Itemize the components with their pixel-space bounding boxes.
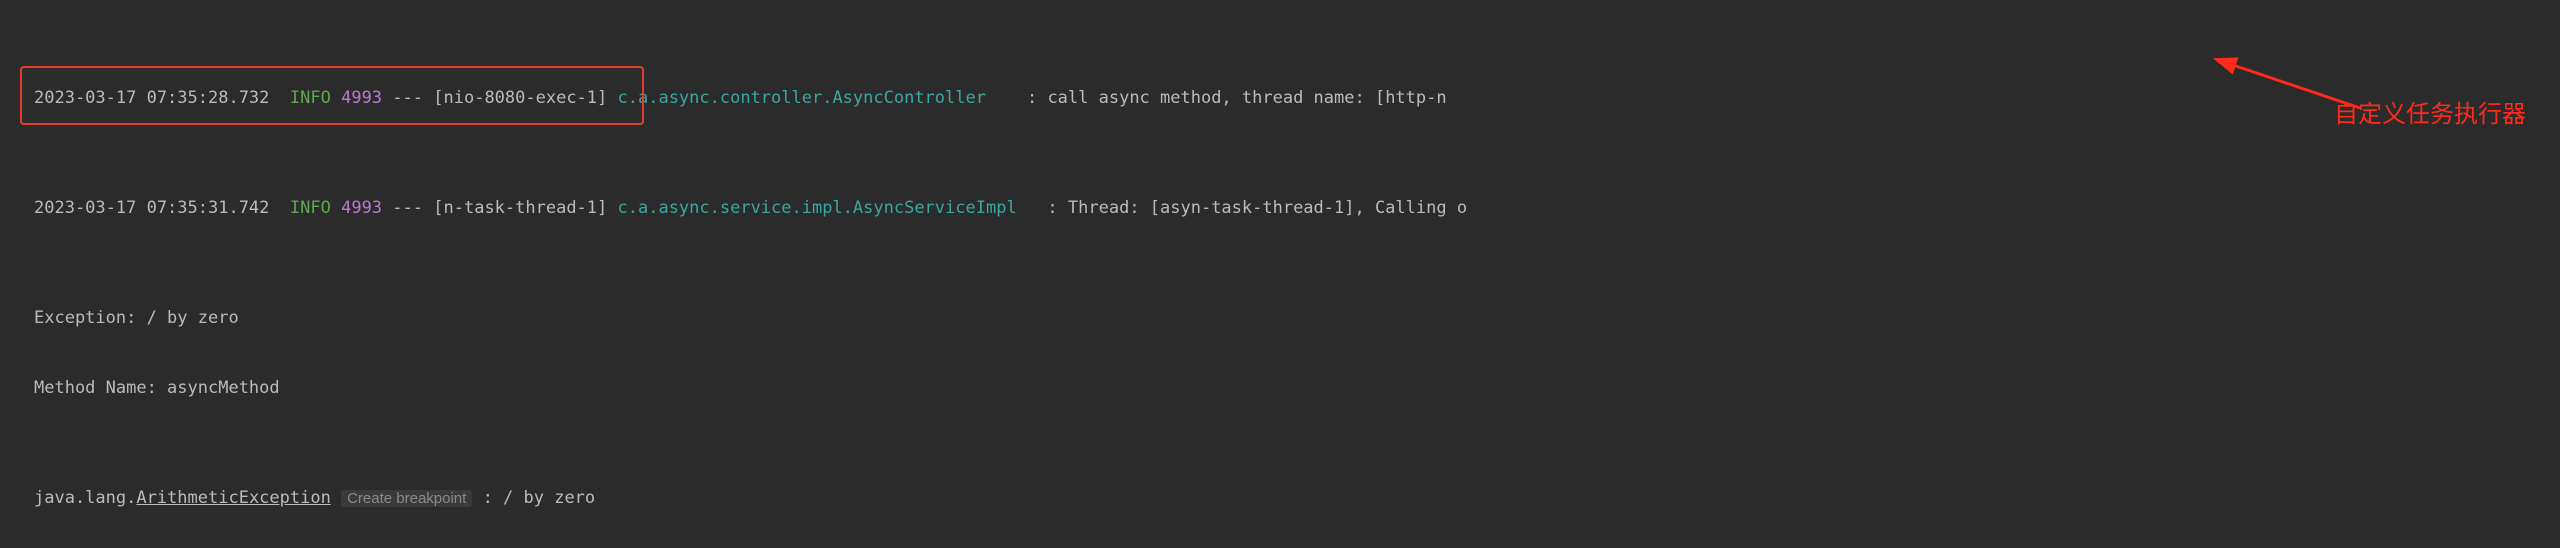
log-level: INFO [290,198,331,218]
exception-method: Method Name: asyncMethod [0,378,2560,408]
log-message: call async method, thread name: [http-n [1047,88,1446,108]
log-pid: 4993 [341,88,382,108]
exception-class-link[interactable]: ArithmeticException [136,488,330,508]
log-thread: [n-task-thread-1] [433,198,607,218]
log-line: 2023-03-17 07:35:28.732 INFO 4993 --- [n… [0,88,2560,118]
log-timestamp: 2023-03-17 07:35:28.732 [34,88,269,108]
log-colon: : [1047,198,1057,218]
exception-class-line: java.lang.ArithmeticException Create bre… [0,488,2560,518]
exception-method-text: Method Name: asyncMethod [34,378,280,398]
log-colon: : [1027,88,1037,108]
log-line: 2023-03-17 07:35:31.742 INFO 4993 --- [n… [0,198,2560,228]
log-logger: c.a.async.service.impl.AsyncServiceImpl [618,198,1017,218]
console-output: 2023-03-17 07:35:28.732 INFO 4993 --- [n… [0,0,2560,548]
create-breakpoint-button[interactable]: Create breakpoint [341,490,472,507]
log-message: Thread: [asyn-task-thread-1], Calling o [1068,198,1467,218]
log-timestamp: 2023-03-17 07:35:31.742 [34,198,269,218]
exception-package: java.lang. [34,488,136,508]
exception-suffix: : / by zero [472,488,595,508]
log-separator: --- [392,88,423,108]
exception-summary: Exception: / by zero [0,308,2560,338]
log-thread: [nio-8080-exec-1] [433,88,607,108]
log-pid: 4993 [341,198,382,218]
log-logger: c.a.async.controller.AsyncController [618,88,986,108]
exception-text: Exception: / by zero [34,308,239,328]
log-level: INFO [290,88,331,108]
log-separator: --- [392,198,423,218]
